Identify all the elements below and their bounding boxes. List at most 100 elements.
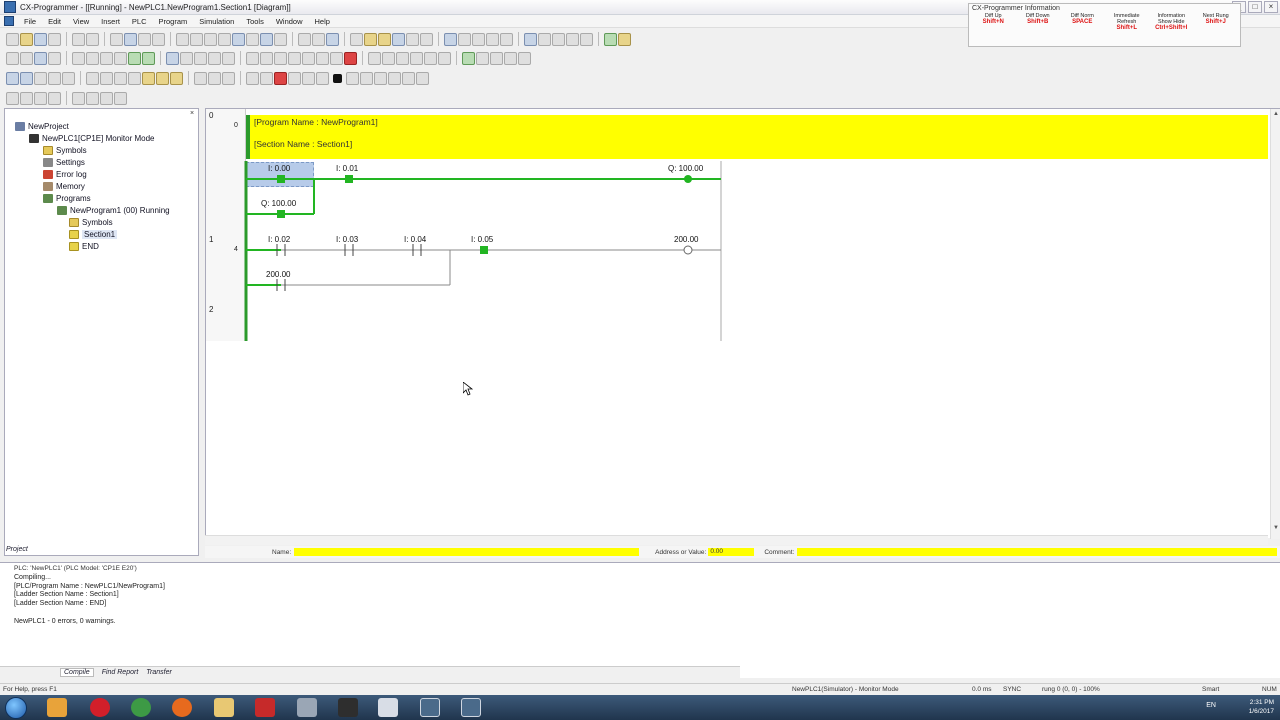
table-icon[interactable]	[552, 32, 565, 46]
sfc-icon[interactable]	[62, 71, 75, 85]
undo-icon[interactable]	[176, 32, 189, 46]
network-icon[interactable]	[114, 91, 127, 105]
unit-icon[interactable]	[100, 91, 113, 105]
start-button[interactable]	[5, 697, 27, 719]
properties-icon[interactable]	[48, 32, 61, 46]
io-comment-icon[interactable]	[114, 71, 127, 85]
mnemonics-icon[interactable]	[128, 71, 141, 85]
memory-icon[interactable]	[538, 32, 551, 46]
print-icon[interactable]	[72, 32, 85, 46]
find-icon[interactable]	[204, 32, 217, 46]
coil-20000[interactable]	[683, 245, 693, 255]
ladder-diagram[interactable]: 0 0 1 4 2 [Program Name : NewProgram1] […	[205, 108, 1280, 539]
info-cell[interactable]: Immediate Refresh Shift+L	[1106, 13, 1149, 31]
simulator-icon[interactable]	[378, 32, 391, 46]
comment-icon[interactable]	[86, 51, 99, 65]
fast-forward-icon[interactable]	[402, 71, 415, 85]
tree-item-plc[interactable]: NewPLC1[CP1E] Monitor Mode	[29, 133, 155, 144]
menu-file[interactable]: File	[18, 17, 42, 26]
tree-item-error-log[interactable]: Error log	[43, 169, 87, 180]
binary-10-icon[interactable]	[142, 71, 155, 85]
address-field[interactable]: 0.00	[708, 548, 755, 556]
tree-item-project[interactable]: NewProject	[15, 121, 69, 132]
tree-item-programs[interactable]: Programs	[43, 193, 91, 204]
menu-simulation[interactable]: Simulation	[193, 17, 240, 26]
simulator-task-icon[interactable]	[461, 698, 481, 717]
horizontal-scrollbar[interactable]	[205, 535, 1268, 545]
language-indicator[interactable]: EN	[1206, 702, 1216, 709]
force-cancel-icon[interactable]	[438, 51, 451, 65]
data-trace-icon[interactable]	[462, 51, 475, 65]
menu-insert[interactable]: Insert	[95, 17, 126, 26]
st-icon[interactable]	[48, 71, 61, 85]
new-closed-coil-icon[interactable]	[288, 51, 301, 65]
step-over-icon[interactable]	[208, 71, 221, 85]
close-button[interactable]: ×	[1264, 1, 1278, 13]
simulation-window-icon[interactable]	[260, 71, 273, 85]
run-mode-icon[interactable]	[406, 32, 419, 46]
cancel-edit-icon[interactable]	[382, 51, 395, 65]
scan-run-icon[interactable]	[388, 71, 401, 85]
menu-help[interactable]: Help	[309, 17, 336, 26]
vertical-scrollbar[interactable]: ▲ ▼	[1270, 109, 1280, 539]
step-in-icon[interactable]	[194, 71, 207, 85]
binary-32-icon[interactable]	[170, 71, 183, 85]
memory-card-icon[interactable]	[86, 91, 99, 105]
check-icon[interactable]	[618, 32, 631, 46]
window-app-icon[interactable]	[378, 698, 398, 717]
continuous-step-icon[interactable]	[374, 71, 387, 85]
rung-comment-icon[interactable]	[100, 51, 113, 65]
menu-window[interactable]: Window	[270, 17, 309, 26]
play-icon[interactable]	[316, 71, 329, 85]
reset-icon[interactable]	[288, 71, 301, 85]
acrobat-icon[interactable]	[255, 698, 275, 717]
document-icon[interactable]	[4, 16, 14, 26]
zoom-out-icon[interactable]	[20, 51, 33, 65]
monitor-icon[interactable]	[364, 32, 377, 46]
function-block-icon[interactable]	[34, 71, 47, 85]
address-ref-icon[interactable]	[274, 32, 287, 46]
show-symbols-icon[interactable]	[114, 51, 127, 65]
io-table-icon[interactable]	[580, 32, 593, 46]
replace-icon[interactable]	[218, 32, 231, 46]
scroll-down-icon[interactable]: ▼	[1272, 525, 1280, 531]
save-icon[interactable]	[34, 32, 47, 46]
menu-plc[interactable]: PLC	[126, 17, 153, 26]
info-cell[interactable]: Information Show Hide Ctrl+Shift+I	[1150, 13, 1193, 31]
view-icon[interactable]	[444, 32, 457, 46]
step-run-icon[interactable]	[360, 71, 373, 85]
tab-transfer[interactable]: Transfer	[146, 669, 172, 676]
vertical-line-icon[interactable]	[260, 51, 273, 65]
tree-item-symbols[interactable]: Symbols	[43, 145, 87, 156]
pause-icon[interactable]	[420, 32, 433, 46]
tree-item-section1[interactable]: Section1	[69, 229, 118, 240]
line-delete-icon[interactable]	[344, 51, 357, 65]
menu-view[interactable]: View	[67, 17, 95, 26]
binary-16-icon[interactable]	[156, 71, 169, 85]
comment-field[interactable]	[797, 548, 1278, 556]
paste-icon[interactable]	[138, 32, 151, 46]
contact-i001[interactable]	[345, 175, 353, 183]
scroll-up-icon[interactable]: ▲	[1272, 111, 1280, 117]
info-icon[interactable]	[298, 32, 311, 46]
force-on-icon[interactable]	[410, 51, 423, 65]
redo-icon[interactable]	[190, 32, 203, 46]
refresh-icon[interactable]	[302, 71, 315, 85]
tree-item-settings[interactable]: Settings	[43, 157, 85, 168]
info-cell[interactable]: Next Rung Shift+J	[1195, 13, 1238, 25]
monitor-values-icon[interactable]	[128, 51, 141, 65]
name-field[interactable]	[294, 548, 640, 556]
contact-i000[interactable]	[277, 175, 285, 183]
set-value-icon[interactable]	[504, 51, 517, 65]
grid-toggle-icon[interactable]	[72, 51, 85, 65]
ladder-icon[interactable]	[142, 51, 155, 65]
online-icon[interactable]	[350, 32, 363, 46]
info-cell[interactable]: Diff Down Shift+B	[1017, 13, 1060, 25]
tree-item-program-symbols[interactable]: Symbols	[69, 217, 113, 228]
zoom-icon[interactable]	[458, 32, 471, 46]
diagram-icon[interactable]	[500, 32, 513, 46]
project-tab[interactable]: Project	[6, 546, 28, 553]
time-chart-icon[interactable]	[476, 51, 489, 65]
menu-program[interactable]: Program	[153, 17, 194, 26]
differential-icon[interactable]	[490, 51, 503, 65]
